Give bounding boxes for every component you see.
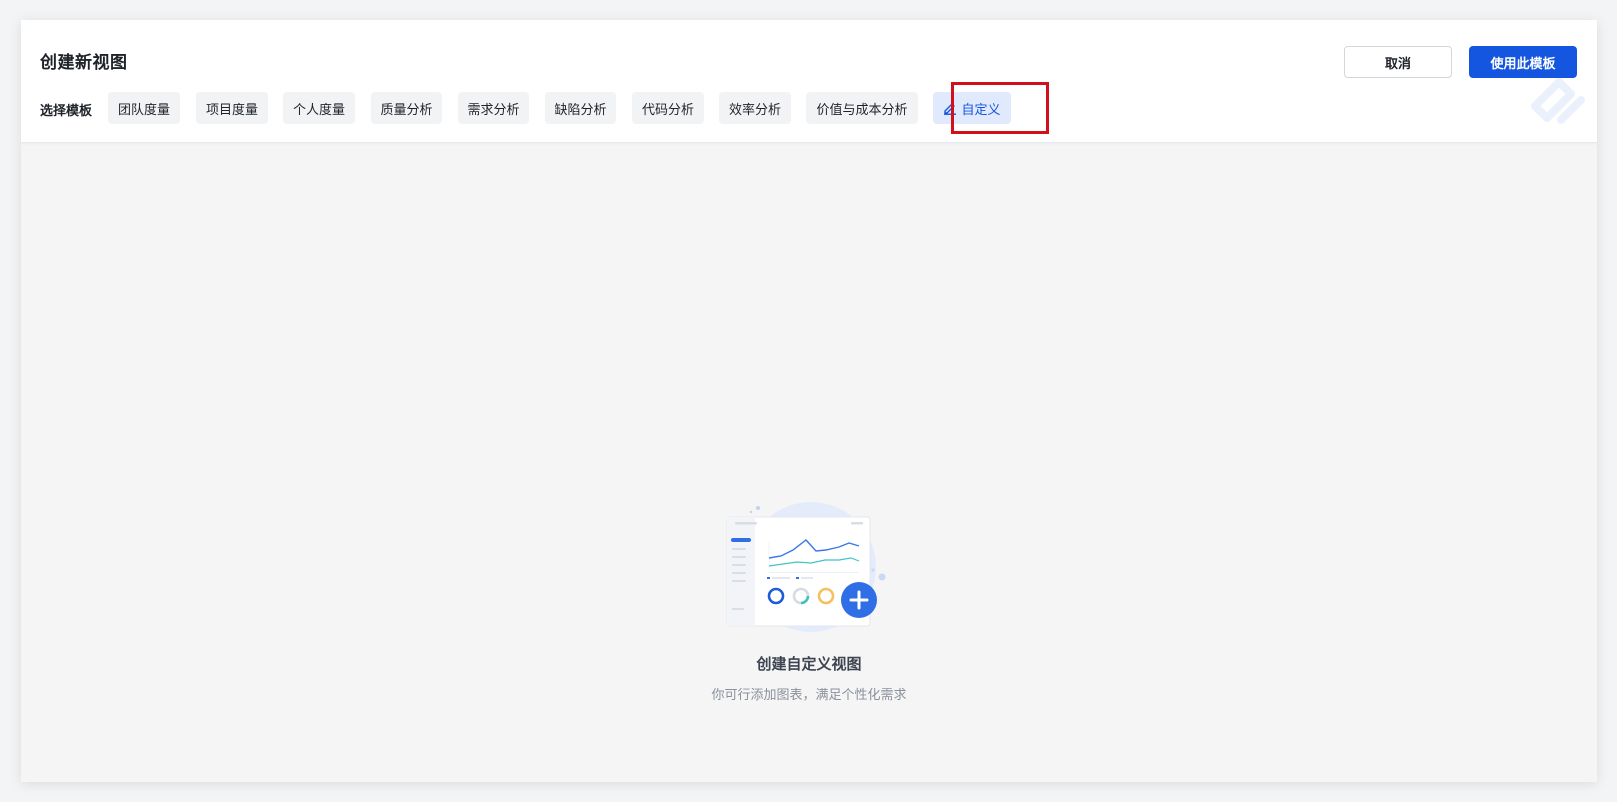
tab-efficiency-analysis[interactable]: 效率分析: [719, 92, 791, 124]
tab-quality-analysis[interactable]: 质量分析: [371, 92, 442, 124]
tab-label: 效率分析: [729, 102, 782, 118]
watermark-logo-icon: [1531, 78, 1585, 124]
tab-label: 质量分析: [380, 102, 433, 118]
empty-state-title: 创建自定义视图: [756, 655, 862, 673]
create-view-dialog: 创建新视图 取消 使用此模板 选择模板 团队度量 项目度量 个人度量 质量分析 …: [21, 20, 1597, 782]
tab-requirement-analysis[interactable]: 需求分析: [458, 92, 529, 124]
tab-label: 价值与成本分析: [816, 102, 908, 118]
tab-value-cost-analysis[interactable]: 价值与成本分析: [806, 92, 918, 124]
tab-label: 缺陷分析: [554, 102, 607, 118]
tab-personal-metrics[interactable]: 个人度量: [283, 92, 355, 124]
dashboard-illustration-icon: [726, 502, 886, 632]
empty-state: 创建自定义视图 你可行添加图表，满足个性化需求: [21, 143, 1597, 782]
tab-label: 需求分析: [467, 102, 520, 118]
highlight-box: [951, 82, 1049, 134]
tab-code-analysis[interactable]: 代码分析: [632, 92, 704, 124]
tab-label: 项目度量: [206, 102, 259, 118]
tab-team-metrics[interactable]: 团队度量: [108, 92, 180, 124]
dialog-header: 创建新视图 取消 使用此模板 选择模板 团队度量 项目度量 个人度量 质量分析 …: [21, 20, 1597, 143]
tab-label: 个人度量: [293, 102, 346, 118]
tab-label: 代码分析: [642, 102, 695, 118]
tab-project-metrics[interactable]: 项目度量: [196, 92, 268, 124]
tab-defect-analysis[interactable]: 缺陷分析: [545, 92, 616, 124]
cancel-button[interactable]: 取消: [1344, 46, 1452, 78]
page-title: 创建新视图: [40, 53, 128, 73]
template-select-label: 选择模板: [40, 104, 93, 119]
empty-state-description: 你可行添加图表，满足个性化需求: [711, 688, 907, 703]
tab-label: 团队度量: [118, 102, 171, 118]
